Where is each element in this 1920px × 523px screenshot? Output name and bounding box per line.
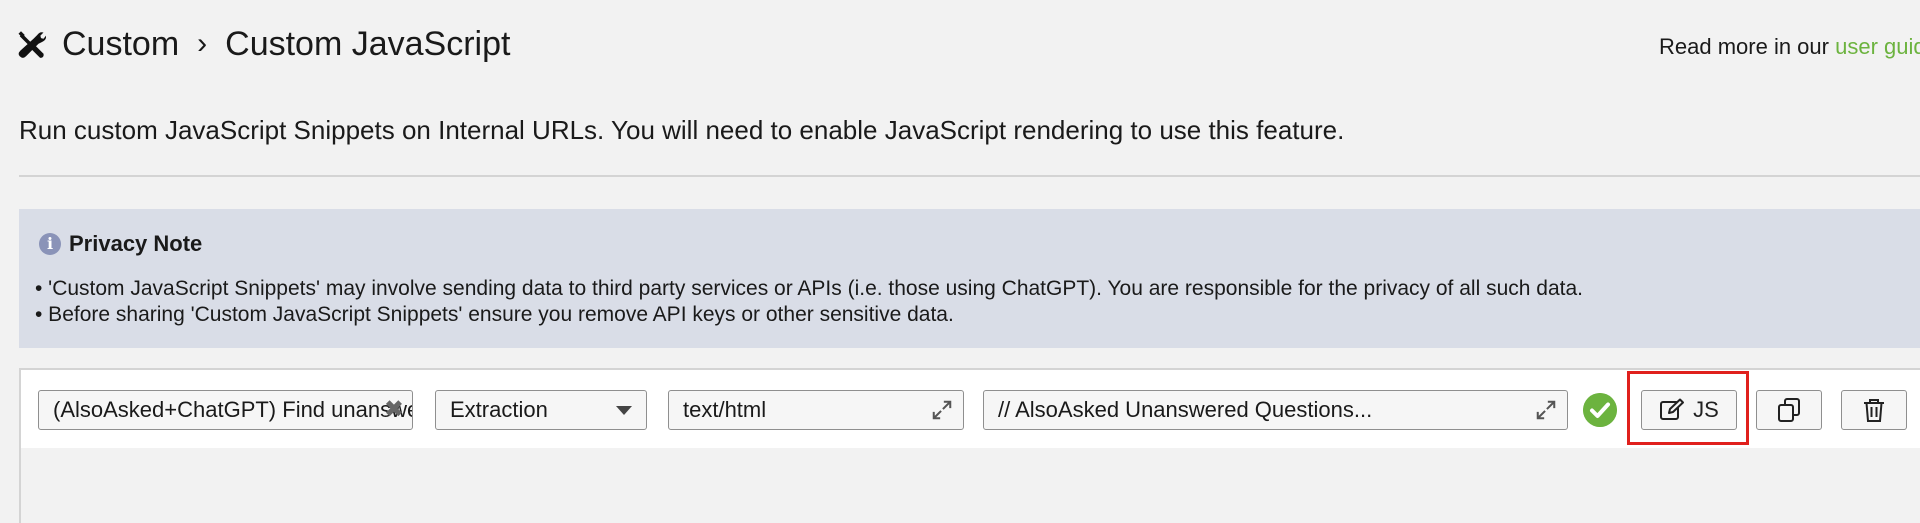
expand-icon[interactable]: [931, 399, 953, 421]
check-circle-icon: [1583, 393, 1617, 427]
custom-javascript-page: Custom › Custom JavaScript Read more in …: [0, 0, 1920, 523]
breadcrumb-separator: ›: [197, 27, 208, 60]
trash-icon: [1864, 399, 1884, 422]
edit-js-label: JS: [1693, 397, 1719, 422]
content-type-input[interactable]: text/html: [668, 390, 964, 430]
delete-button[interactable]: [1841, 390, 1907, 430]
code-preview-value: // AlsoAsked Unanswered Questions...: [998, 397, 1373, 422]
breadcrumb-custom[interactable]: Custom: [62, 22, 179, 66]
clear-icon[interactable]: ✖: [384, 391, 404, 429]
page-header: Custom › Custom JavaScript Read more in …: [0, 0, 1920, 90]
guide-prefix: Read more in our: [1659, 34, 1836, 59]
breadcrumb: Custom › Custom JavaScript: [62, 22, 510, 66]
divider: [19, 175, 1920, 177]
page-description: Run custom JavaScript Snippets on Intern…: [19, 115, 1345, 145]
snippets-panel: (AlsoAsked+ChatGPT) Find unanswered ques…: [19, 368, 1920, 523]
privacy-note-line: • 'Custom JavaScript Snippets' may invol…: [35, 277, 1583, 300]
edit-icon: [1660, 398, 1685, 420]
info-icon: i: [39, 233, 61, 255]
snippet-name-value: (AlsoAsked+ChatGPT) Find unanswered ques…: [53, 397, 412, 422]
user-guide-link[interactable]: user guide: [1835, 34, 1920, 59]
expand-icon[interactable]: [1535, 399, 1557, 421]
privacy-note-line: • Before sharing 'Custom JavaScript Snip…: [35, 303, 954, 326]
copy-icon: [1778, 398, 1800, 422]
privacy-note: i Privacy Note • 'Custom JavaScript Snip…: [19, 209, 1920, 348]
duplicate-button[interactable]: [1756, 390, 1822, 430]
snippet-name-input[interactable]: (AlsoAsked+ChatGPT) Find unanswered ques…: [38, 390, 413, 430]
snippet-type-value: Extraction: [450, 397, 548, 422]
chevron-down-icon: [616, 406, 632, 415]
snippet-type-select[interactable]: Extraction: [435, 390, 647, 430]
breadcrumb-custom-javascript: Custom JavaScript: [225, 25, 511, 63]
guide-text: Read more in our user guide: [1659, 32, 1920, 62]
edit-js-button[interactable]: JS: [1641, 390, 1737, 430]
content-type-value: text/html: [683, 397, 767, 422]
snippet-row: (AlsoAsked+ChatGPT) Find unanswered ques…: [21, 370, 1920, 448]
code-preview-input[interactable]: // AlsoAsked Unanswered Questions...: [983, 390, 1568, 430]
privacy-note-title: Privacy Note: [69, 231, 203, 256]
tools-icon: [18, 31, 46, 58]
